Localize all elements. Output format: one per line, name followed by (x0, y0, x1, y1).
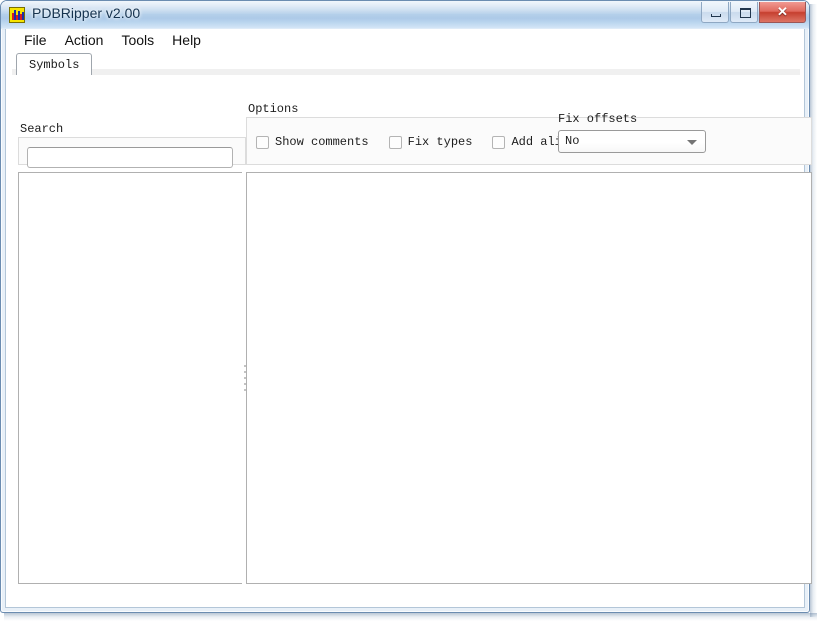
window-controls: ✕ (700, 2, 806, 23)
application-window: PDBRipper v2.00 ✕ File Action Tools Help… (0, 0, 817, 621)
checkbox-fix-types[interactable]: Fix types (388, 135, 473, 149)
search-input[interactable] (27, 147, 233, 168)
tab-page-symbols: Search Options Show comments Fix types A… (12, 75, 812, 600)
options-group-label: Options (248, 102, 299, 116)
maximize-icon (740, 8, 751, 18)
minimize-button[interactable] (701, 2, 729, 23)
window-title: PDBRipper v2.00 (32, 5, 141, 21)
fix-offsets-field: Fix offsets No (558, 112, 726, 153)
close-button[interactable]: ✕ (759, 2, 806, 23)
tab-symbols[interactable]: Symbols (16, 53, 93, 75)
minimize-icon (711, 14, 721, 17)
search-group-label: Search (20, 122, 64, 136)
checkbox-box-icon (388, 135, 402, 149)
checkbox-label: Fix types (407, 135, 473, 149)
menu-item-tools[interactable]: Tools (112, 30, 163, 51)
checkbox-box-icon (492, 135, 506, 149)
app-logo-icon[interactable] (9, 7, 25, 23)
client-area: File Action Tools Help Symbols Search Op… (5, 29, 812, 608)
window-shadow-bottom (4, 613, 817, 621)
title-bar[interactable]: PDBRipper v2.00 ✕ (1, 1, 809, 29)
fix-offsets-dropdown[interactable]: No (558, 130, 706, 153)
tab-strip: Symbols (12, 52, 800, 76)
checkbox-label: Show comments (275, 135, 369, 149)
search-group: Search (18, 122, 246, 168)
options-group: Options Show comments Fix types Add Fix … (246, 102, 812, 165)
menu-item-help[interactable]: Help (163, 30, 210, 51)
options-group-box: Show comments Fix types Add alignment Fi… (246, 112, 812, 165)
menu-bar: File Action Tools Help (6, 29, 804, 52)
checkbox-show-comments[interactable]: Show comments (256, 135, 369, 149)
close-icon: ✕ (777, 4, 788, 19)
chevron-down-icon (687, 140, 697, 145)
fix-offsets-label: Fix offsets (558, 112, 638, 126)
symbol-list-pane[interactable] (18, 172, 246, 584)
checkbox-box-icon (256, 135, 269, 149)
maximize-button[interactable] (730, 2, 758, 23)
symbol-content-pane[interactable] (246, 172, 812, 584)
menu-item-file[interactable]: File (15, 30, 56, 51)
menu-item-action[interactable]: Action (56, 30, 113, 51)
fix-offsets-value: No (565, 134, 580, 148)
search-group-box (18, 137, 246, 168)
